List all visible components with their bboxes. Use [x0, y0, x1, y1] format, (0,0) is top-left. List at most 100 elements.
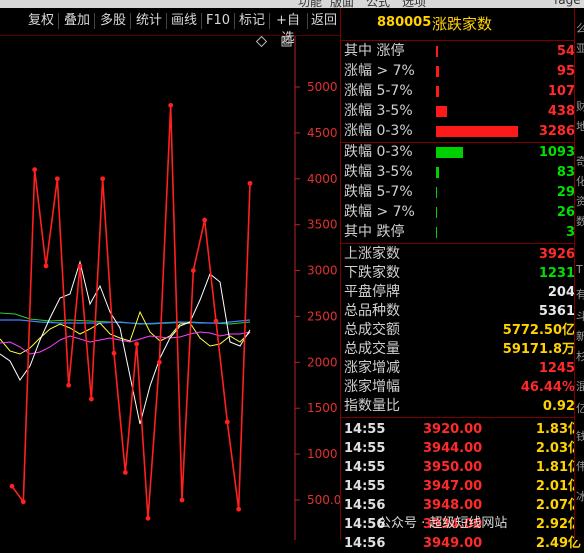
row-bar — [436, 66, 439, 77]
breadth-panel: 880005 涨跌家数 其中 涨停 54 涨幅 > 7% 95 涨幅 5-7% … — [340, 8, 584, 551]
index-code: 880005 — [377, 15, 432, 30]
y-tick-label: 3000 — [307, 264, 338, 278]
y-tick-label: 4500 — [307, 126, 338, 140]
row-value: 83 — [556, 165, 575, 180]
menu-item[interactable]: fage — [554, 0, 581, 7]
stat-row: 涨家增幅 46.44% — [341, 378, 584, 397]
tick-time: 14:55 — [344, 441, 386, 456]
row-label: 其中 跌停 — [344, 224, 405, 240]
tick-price: 3947.00 — [423, 479, 483, 494]
up-row: 涨幅 3-5% 438 — [341, 102, 584, 121]
edge-char: 化 — [576, 175, 584, 188]
row-value: 1093 — [538, 145, 575, 160]
row-value: 26 — [556, 205, 575, 220]
breadth-chart[interactable]: 5000 4500 4000 3500 3000 2500 2000 1500 1000 500.… — [0, 36, 340, 540]
row-bar — [436, 207, 437, 218]
row-label: 跌幅 0-3% — [344, 144, 413, 160]
stat-label: 总成交额 — [344, 322, 400, 338]
f10-button[interactable]: F10 — [204, 12, 232, 30]
tick-row[interactable]: 14:55 3947.00 2.01亿 — [341, 477, 584, 496]
edge-char: 奇 — [576, 155, 584, 168]
down-row: 其中 跌停 3 — [341, 223, 584, 242]
stat-value: 3926 — [538, 247, 575, 262]
row-label: 其中 涨停 — [344, 43, 405, 59]
tick-time: 14:55 — [344, 479, 386, 494]
edge-char: 杉 — [576, 350, 584, 363]
row-bar — [436, 187, 437, 198]
draw-line-button[interactable]: 画线 — [169, 12, 199, 30]
tick-price: 3944.00 — [423, 441, 483, 456]
row-bar — [436, 227, 437, 238]
row-bar — [436, 86, 439, 97]
up-count-point — [88, 396, 94, 402]
up-count-point — [43, 263, 49, 269]
row-bar — [436, 46, 438, 57]
up-row: 其中 涨停 54 — [341, 42, 584, 61]
stat-label: 涨家增减 — [344, 360, 400, 376]
add-watchlist-button[interactable]: +自选 — [271, 12, 305, 46]
statistics-button[interactable]: 统计 — [134, 12, 164, 30]
up-count-point — [247, 180, 253, 186]
down-row: 跌幅 3-5% 83 — [341, 163, 584, 182]
up-count-point — [111, 350, 117, 356]
stat-row: 总品种数 5361 — [341, 302, 584, 321]
up-count-point — [213, 318, 219, 324]
up-count-point — [145, 515, 151, 521]
stat-row: 下跌家数 1231 — [341, 264, 584, 283]
stat-value: 0.92 — [542, 399, 575, 414]
row-value: 438 — [547, 104, 575, 119]
menu-item[interactable]: 功能 — [298, 0, 322, 8]
row-bar — [436, 126, 518, 137]
overlay-button[interactable]: 叠加 — [62, 12, 92, 30]
diamond-icon[interactable] — [255, 36, 268, 48]
row-label: 涨幅 > 7% — [344, 63, 415, 79]
up-count-point — [156, 359, 162, 365]
stat-label: 涨家增幅 — [344, 379, 400, 395]
stat-label: 上涨家数 — [344, 246, 400, 262]
stat-row: 平盘停牌 204 — [341, 283, 584, 302]
menu-item[interactable]: 公式 — [366, 0, 390, 8]
row-label: 跌幅 > 7% — [344, 204, 415, 220]
up-count-point — [66, 382, 72, 388]
up-count-line — [11, 105, 251, 519]
up-count-point — [168, 102, 174, 108]
menu-item[interactable]: 版面 — [330, 0, 354, 8]
stat-row: 涨家增减 1245 — [341, 359, 584, 378]
edge-char: 亚 — [576, 42, 584, 55]
tick-row[interactable]: 14:55 3920.00 1.83亿 — [341, 420, 584, 439]
up-row: 涨幅 5-7% 107 — [341, 82, 584, 101]
row-value: 107 — [547, 84, 575, 99]
row-bar — [436, 147, 463, 158]
edge-char: 资 — [576, 195, 584, 208]
stat-value: 46.44% — [520, 380, 575, 395]
up-row: 涨幅 > 7% 95 — [341, 62, 584, 81]
edge-char: 钱 — [576, 430, 584, 443]
blue-line — [0, 319, 251, 325]
row-value: 3286 — [538, 124, 575, 139]
edge-char: 亿 — [576, 402, 584, 415]
fuquan-button[interactable]: 复权 — [26, 12, 56, 30]
tick-row[interactable]: 14:55 3950.00 1.81亿 — [341, 458, 584, 477]
up-count-point — [179, 497, 185, 503]
row-bar — [436, 106, 447, 117]
multi-stock-button[interactable]: 多股 — [98, 12, 128, 30]
y-tick-label: 1000 — [307, 447, 338, 461]
restore-icon[interactable] — [281, 36, 292, 47]
edge-char: 数 — [576, 215, 584, 228]
menu-item[interactable]: 选项 — [402, 0, 426, 8]
edge-char: 财 — [576, 100, 584, 113]
stat-value: 5361 — [538, 304, 575, 319]
edge-char: 斗 — [576, 310, 584, 323]
edge-char: 伟 — [576, 460, 584, 473]
back-button[interactable]: 返回 — [310, 12, 338, 30]
tick-time: 14:55 — [344, 422, 386, 437]
mark-button[interactable]: 标记 — [237, 12, 267, 30]
app-window: 功能 版面 公式 选项 fage 复权 叠加 多股 统计 画线 F10 标记 +… — [0, 0, 584, 551]
stat-row: 指数量比 0.92 — [341, 397, 584, 416]
y-tick-label: 2000 — [307, 355, 338, 369]
y-tick-label: 500.0 — [307, 493, 340, 507]
edge-char: 有 — [576, 288, 584, 301]
stat-row: 上涨家数 3926 — [341, 245, 584, 264]
tick-price: 3949.00 — [423, 536, 483, 551]
tick-row[interactable]: 14:55 3944.00 2.03亿 — [341, 439, 584, 458]
